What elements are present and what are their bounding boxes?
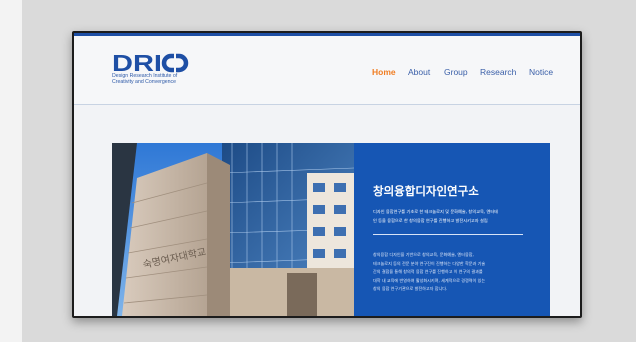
panel-body-line: 테크놀로지 등의 전문 분야 연구진이 진행하는 다양한 학문과 기술 [373, 260, 486, 266]
nav-about[interactable]: About [408, 67, 430, 77]
nav-notice[interactable]: Notice [529, 67, 553, 77]
nav-home[interactable]: Home [372, 67, 396, 77]
panel-subtitle-line: 인 등을 융합으로 한 창의융합 연구를 진행하고 발전시키고자 설립 [373, 217, 488, 223]
panel-body: 창의융합 디자인을 기반으로 창의교육, 문화예술, 엔터융합, 테크놀로지 등… [373, 251, 548, 294]
nav-group[interactable]: Group [444, 67, 468, 77]
panel-subtitle: 디자인 융합연구를 기초로 한 테크놀로지 및 문화예술, 창의교육, 엔터테 … [373, 208, 543, 225]
drico-logo[interactable]: DRI [112, 52, 192, 74]
panel-body-line: 창의융합 디자인을 기반으로 창의교육, 문화예술, 엔터융합, [373, 252, 474, 257]
campus-photo: 숙명여자대학교 [112, 143, 354, 316]
site-header: DRI Design Research Institute of Creativ… [74, 36, 580, 105]
brand-name-line2: Creativity and Convergence [112, 79, 177, 85]
institute-intro-panel: 창의융합디자인연구소 디자인 융합연구를 기초로 한 테크놀로지 및 문화예술,… [354, 143, 550, 316]
nav-research[interactable]: Research [480, 67, 516, 77]
brand-name: Design Research Institute of Creativity … [112, 73, 242, 85]
panel-subtitle-line: 디자인 융합연구를 기초로 한 테크놀로지 및 문화예술, 창의교육, 엔터테 [373, 209, 499, 214]
panel-body-line: 창의 융합 연구기관으로 발전하고자 합니다. [373, 286, 448, 292]
website-screen: DRI Design Research Institute of Creativ… [74, 33, 580, 316]
website-preview-frame: DRI Design Research Institute of Creativ… [72, 31, 582, 318]
panel-body-line: 대학 내 교육에 반영하여 활성화시키며, 세계적으로 경쟁력이 있는 [373, 277, 486, 283]
svg-text:DRI: DRI [112, 52, 162, 74]
panel-title: 창의융합디자인연구소 [373, 184, 479, 198]
panel-body-line: 간의 결합을 통해 창의적 융합 연구를 진행하고 이 연구의 결과를 [373, 269, 483, 275]
left-pane [0, 0, 22, 342]
panel-divider [373, 234, 523, 235]
